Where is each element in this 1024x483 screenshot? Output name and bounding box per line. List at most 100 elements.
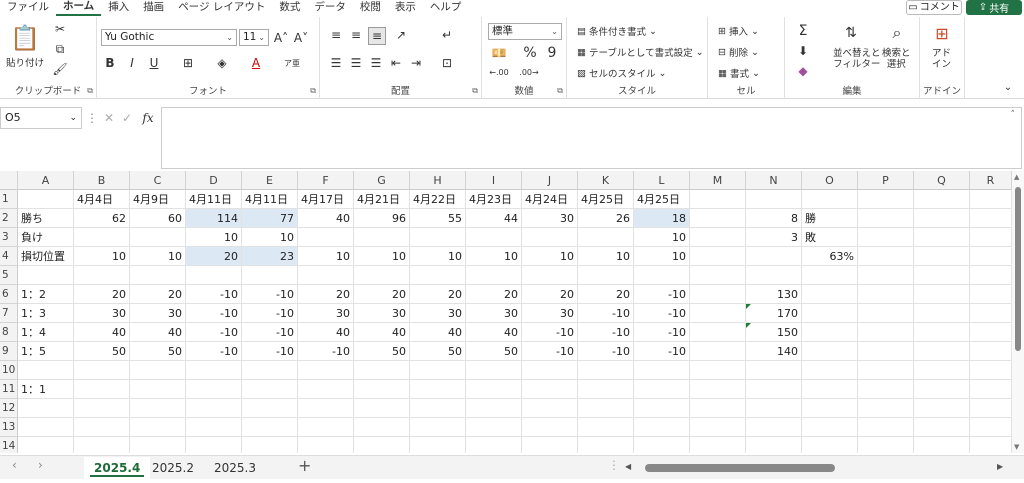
cell-M8[interactable] — [690, 323, 746, 342]
collapse-ribbon-icon[interactable]: ⌄ — [1000, 79, 1016, 95]
clear-icon[interactable]: ◆ — [795, 63, 811, 79]
fill-color-icon[interactable]: ◈ — [213, 55, 231, 71]
cell-Q8[interactable] — [914, 323, 970, 342]
cell-C7[interactable]: 30 — [130, 304, 186, 323]
cell-G6[interactable]: 20 — [354, 285, 410, 304]
cell-K3[interactable] — [578, 228, 634, 247]
cell-L7[interactable]: -10 — [634, 304, 690, 323]
dialog-launcher-icon[interactable]: ⧉ — [87, 86, 93, 96]
cell-D13[interactable] — [186, 418, 242, 437]
share-button[interactable]: ⇪ 共有 — [966, 0, 1022, 15]
cell-N14[interactable] — [746, 437, 802, 453]
italic-button[interactable]: I — [125, 55, 139, 71]
cell-K12[interactable] — [578, 399, 634, 418]
menu-tab[interactable]: ホーム — [56, 0, 102, 16]
cell-P4[interactable] — [858, 247, 914, 266]
cell-Q4[interactable] — [914, 247, 970, 266]
menu-tab[interactable]: ファイル — [0, 0, 56, 15]
sheet-tab[interactable]: 2025.4 — [84, 457, 151, 479]
cell-F4[interactable]: 10 — [298, 247, 354, 266]
cell-J14[interactable] — [522, 437, 578, 453]
cell-H12[interactable] — [410, 399, 466, 418]
cell-M10[interactable] — [690, 361, 746, 380]
sheet-tab[interactable]: 2025.3 — [204, 457, 266, 479]
horizontal-scroll-thumb[interactable] — [645, 464, 835, 472]
cell-F11[interactable] — [298, 380, 354, 399]
column-header[interactable]: C — [130, 171, 186, 190]
cell-D2[interactable]: 114 — [186, 209, 242, 228]
cell-R13[interactable] — [970, 418, 1012, 437]
cell-K10[interactable] — [578, 361, 634, 380]
cell-A2[interactable]: 勝ち — [18, 209, 74, 228]
cell-A13[interactable] — [18, 418, 74, 437]
border-icon[interactable]: ⊞ — [179, 55, 197, 71]
cell-O1[interactable] — [802, 190, 858, 209]
cell-H11[interactable] — [410, 380, 466, 399]
cell-O2[interactable]: 勝 — [802, 209, 858, 228]
dialog-launcher-icon[interactable]: ⧉ — [557, 86, 563, 96]
row-header[interactable]: 5 — [0, 266, 18, 285]
cell-E6[interactable]: -10 — [242, 285, 298, 304]
cell-F12[interactable] — [298, 399, 354, 418]
comma-button[interactable]: 9 — [544, 45, 560, 61]
cell-O13[interactable] — [802, 418, 858, 437]
underline-button[interactable]: U — [147, 55, 161, 71]
cell-M9[interactable] — [690, 342, 746, 361]
cell-C2[interactable]: 60 — [130, 209, 186, 228]
cell-B13[interactable] — [74, 418, 130, 437]
cell-Q5[interactable] — [914, 266, 970, 285]
autosum-icon[interactable]: Σ — [795, 23, 811, 39]
cell-R7[interactable] — [970, 304, 1012, 323]
sheet-tab[interactable]: 2025.2 — [142, 457, 204, 479]
cell-J1[interactable]: 4月24日 — [522, 190, 578, 209]
menu-tab[interactable]: 挿入 — [101, 0, 136, 15]
cell-N5[interactable] — [746, 266, 802, 285]
cell-P2[interactable] — [858, 209, 914, 228]
add-sheet-button[interactable]: + — [298, 456, 311, 475]
conditional-format-button[interactable]: ▤ 条件付き書式 ⌄ — [577, 24, 657, 39]
cell-R6[interactable] — [970, 285, 1012, 304]
cell-R14[interactable] — [970, 437, 1012, 453]
cell-D4[interactable]: 20 — [186, 247, 242, 266]
sort-filter-button[interactable]: 並べ替えと フィルター — [833, 48, 881, 70]
cell-Q14[interactable] — [914, 437, 970, 453]
menu-tab[interactable]: 表示 — [388, 0, 423, 15]
column-header[interactable]: P — [858, 171, 914, 190]
cell-I6[interactable]: 20 — [466, 285, 522, 304]
column-header[interactable]: Q — [914, 171, 970, 190]
cell-A1[interactable] — [18, 190, 74, 209]
row-header[interactable]: 8 — [0, 323, 18, 342]
menu-tab[interactable]: 描画 — [136, 0, 171, 15]
row-header[interactable]: 1 — [0, 190, 18, 209]
cell-F5[interactable] — [298, 266, 354, 285]
cell-H10[interactable] — [410, 361, 466, 380]
cell-L2[interactable]: 18 — [634, 209, 690, 228]
comment-button[interactable]: ▭ コメント — [906, 0, 962, 15]
cell-G3[interactable] — [354, 228, 410, 247]
cell-O12[interactable] — [802, 399, 858, 418]
cell-B5[interactable] — [74, 266, 130, 285]
indent-decrease-icon[interactable]: ⇤ — [388, 55, 404, 71]
cell-Q3[interactable] — [914, 228, 970, 247]
cell-D10[interactable] — [186, 361, 242, 380]
cell-R9[interactable] — [970, 342, 1012, 361]
cell-E13[interactable] — [242, 418, 298, 437]
cell-R2[interactable] — [970, 209, 1012, 228]
cell-C14[interactable] — [130, 437, 186, 453]
align-center-icon[interactable]: ☰ — [348, 55, 364, 71]
cell-J13[interactable] — [522, 418, 578, 437]
decrease-decimal-icon[interactable]: .00→ — [518, 65, 540, 79]
cell-G11[interactable] — [354, 380, 410, 399]
row-header[interactable]: 4 — [0, 247, 18, 266]
cell-E4[interactable]: 23 — [242, 247, 298, 266]
cell-I14[interactable] — [466, 437, 522, 453]
cell-E14[interactable] — [242, 437, 298, 453]
dialog-launcher-icon[interactable]: ⧉ — [310, 86, 316, 96]
cell-J9[interactable]: -10 — [522, 342, 578, 361]
cell-K6[interactable]: 20 — [578, 285, 634, 304]
cell-Q2[interactable] — [914, 209, 970, 228]
cell-B9[interactable]: 50 — [74, 342, 130, 361]
cell-A14[interactable] — [18, 437, 74, 453]
font-shrink-icon[interactable]: A˅ — [293, 29, 309, 46]
cell-E5[interactable] — [242, 266, 298, 285]
